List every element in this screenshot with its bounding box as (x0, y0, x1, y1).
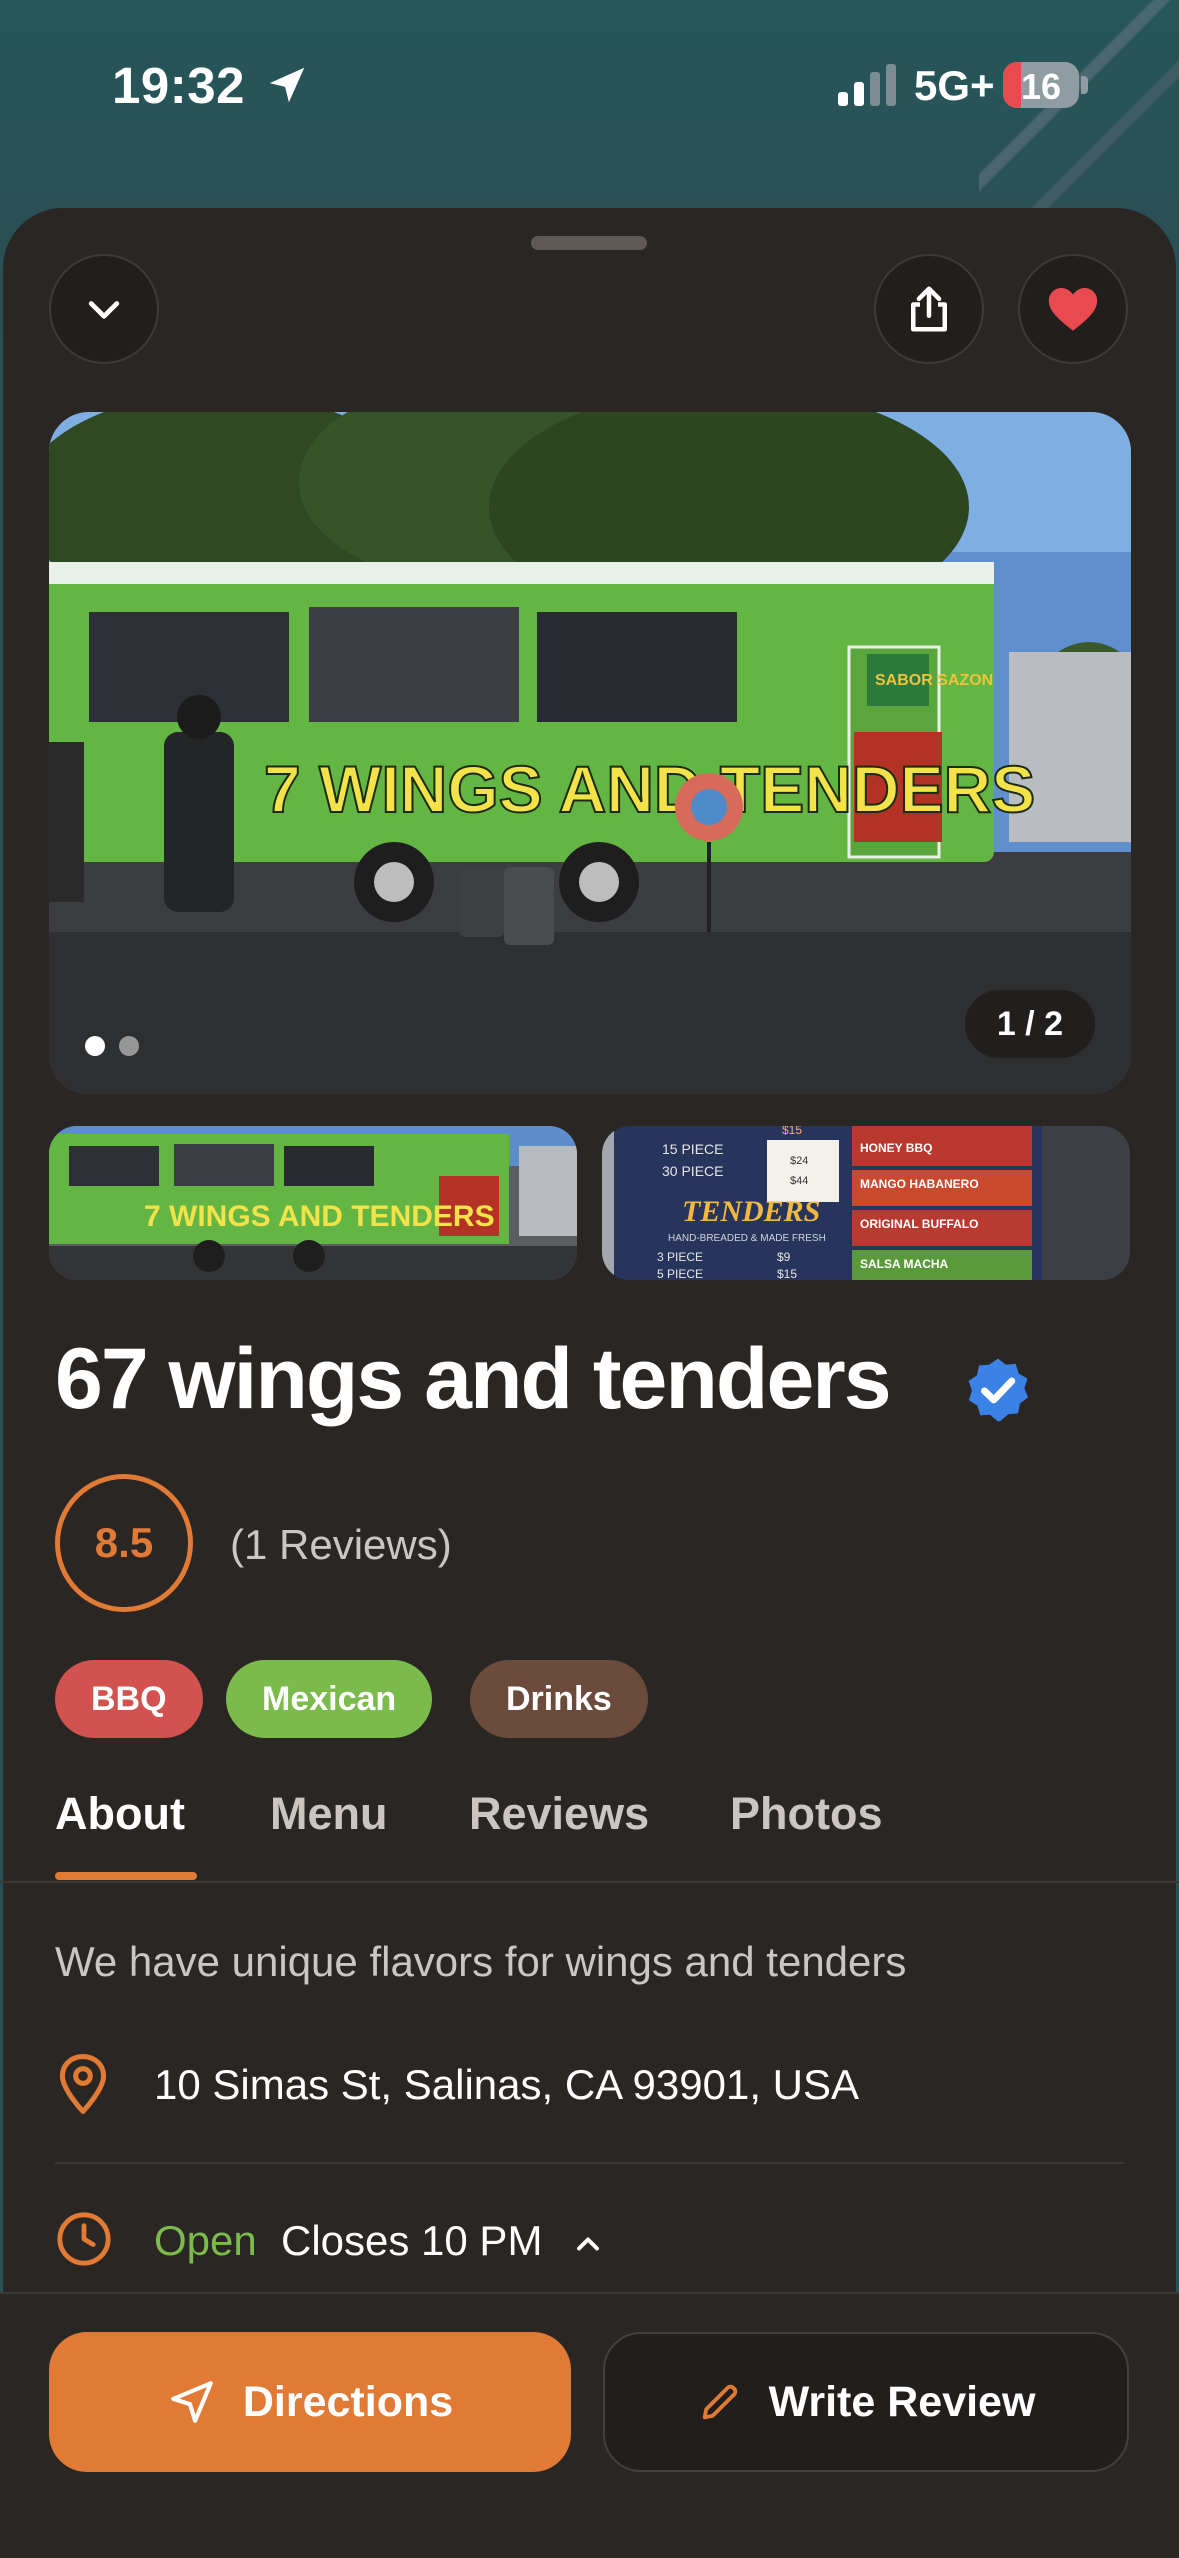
tabs-divider (0, 1881, 1179, 1883)
menu-row-1: 15 PIECE (662, 1141, 723, 1157)
menu-sauce-2: MANGO HABANERO (860, 1177, 979, 1191)
directions-button[interactable]: Directions (49, 2332, 571, 2472)
address-link[interactable]: 10 Simas St, Salinas, CA 93901, USA (154, 2061, 859, 2109)
chevron-down-icon (88, 301, 120, 319)
map-pin-icon (59, 2054, 107, 2114)
rating-value: 8.5 (94, 1519, 154, 1566)
collapse-button[interactable] (49, 254, 159, 364)
food-truck-thumbnail: 7 WINGS AND TENDERS (49, 1126, 577, 1280)
tab-reviews[interactable]: Reviews (469, 1788, 649, 1840)
favorite-button[interactable] (1018, 254, 1128, 364)
background-decoration (979, 0, 1179, 230)
menu-sauce-4: SALSA MACHA (860, 1257, 949, 1271)
signal-icon (838, 64, 896, 106)
active-tab-indicator (55, 1872, 197, 1880)
detail-tabs: About Menu Reviews Photos (0, 1788, 1179, 1884)
tag-bbq[interactable]: BBQ (55, 1660, 203, 1738)
menu-title-text: TENDERS (682, 1195, 820, 1228)
write-review-label: Write Review (768, 2377, 1036, 2426)
open-status: Open (154, 2217, 257, 2264)
menu-row-2: 30 PIECE (662, 1163, 723, 1179)
write-review-button[interactable]: Write Review (603, 2332, 1129, 2472)
closing-time[interactable]: Closes 10 PM (281, 2217, 542, 2265)
battery-level: 16 (1020, 66, 1062, 107)
reviews-count[interactable]: (1 Reviews) (230, 1521, 452, 1569)
menu-price-1: $15 (782, 1126, 802, 1137)
share-button[interactable] (874, 254, 984, 364)
about-description: We have unique flavors for wings and ten… (55, 1938, 907, 1985)
rating-score: 8.5 (55, 1474, 193, 1612)
menu-price-5: $15 (777, 1267, 797, 1280)
sheet-drag-handle[interactable] (531, 236, 647, 250)
photo-counter: 1 / 2 (964, 990, 1095, 1058)
pencil-icon (702, 2384, 737, 2420)
pagination-dot-active (85, 1036, 105, 1056)
verified-badge-icon (968, 1358, 1028, 1422)
battery-icon: 16 (1003, 62, 1079, 108)
battery-tip (1081, 76, 1088, 94)
tag-mexican[interactable]: Mexican (226, 1660, 433, 1738)
menu-price-3: $44 (790, 1175, 808, 1187)
menu-price-4: $9 (777, 1250, 791, 1264)
menu-row-3: 3 PIECE (657, 1250, 703, 1264)
clock-icon (57, 2212, 111, 2266)
pagination-dot (119, 1036, 139, 1056)
tab-photos[interactable]: Photos (730, 1788, 883, 1840)
directions-label: Directions (242, 2377, 454, 2426)
truck-name-text: 7 WINGS AND TENDERS (264, 752, 1035, 826)
food-truck-photo: SABOR SAZON 7 WINGS AND TENDERS (49, 412, 1131, 1094)
menu-sauce-3: ORIGINAL BUFFALO (860, 1217, 978, 1231)
tab-menu[interactable]: Menu (270, 1788, 388, 1840)
share-icon (911, 286, 947, 332)
tab-about[interactable]: About (55, 1788, 185, 1840)
menu-sauce-1: HONEY BBQ (860, 1141, 932, 1155)
menu-subtitle-text: HAND-BREADED & MADE FRESH (668, 1233, 826, 1244)
restaurant-name: 67 wings and tenders (55, 1331, 892, 1427)
truck-sign-text: SABOR SAZON (875, 672, 993, 689)
chevron-up-icon[interactable] (570, 2226, 606, 2262)
network-label: 5G+ (914, 62, 995, 109)
photo-pagination-dots (85, 1036, 139, 1056)
tag-drinks[interactable]: Drinks (470, 1660, 648, 1738)
photo-thumbnail-2[interactable]: 15 PIECE 30 PIECE $24 $44 $15 TENDERS HA… (602, 1126, 1130, 1280)
heart-icon (1048, 287, 1098, 331)
navigation-arrow-icon (171, 2381, 213, 2423)
hero-photo[interactable]: SABOR SAZON 7 WINGS AND TENDERS 1 / 2 (49, 412, 1131, 1094)
menu-board-thumbnail: 15 PIECE 30 PIECE $24 $44 $15 TENDERS HA… (602, 1126, 1130, 1280)
status-time: 19:32 (112, 57, 245, 114)
thumbnail-truck-text: 7 WINGS AND TENDERS (144, 1200, 495, 1233)
photo-thumbnail-1[interactable]: 7 WINGS AND TENDERS (49, 1126, 577, 1280)
menu-row-4: 5 PIECE (657, 1267, 703, 1280)
location-arrow-icon (269, 67, 305, 103)
row-divider (55, 2162, 1124, 2164)
menu-price-2: $24 (790, 1155, 808, 1167)
